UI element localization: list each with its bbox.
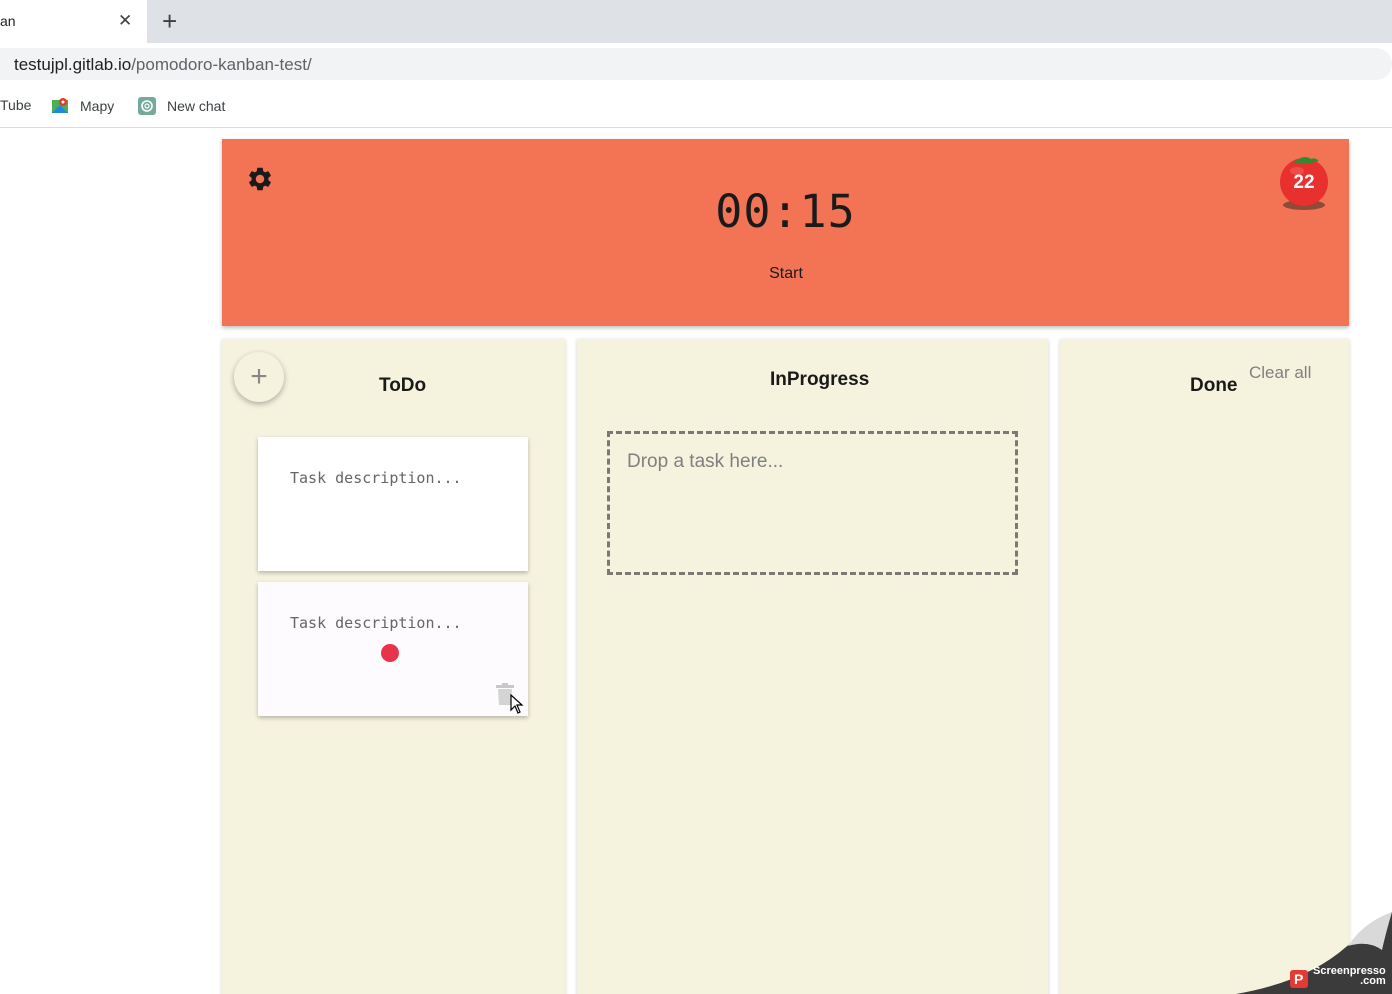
browser-tab[interactable]: an ✕ <box>0 0 147 43</box>
browser-toolbar: testujpl.gitlab.io/pomodoro-kanban-test/ <box>0 43 1392 85</box>
map-icon <box>51 97 69 115</box>
clear-all-button[interactable]: Clear all <box>1249 363 1311 383</box>
tomato-counter: 22 <box>1279 155 1331 211</box>
task-card[interactable] <box>258 437 528 571</box>
task-description-input[interactable] <box>290 614 490 638</box>
bookmark-mapy[interactable]: Mapy <box>51 97 114 115</box>
column-todo: + ToDo <box>222 339 565 994</box>
new-tab-button[interactable]: + <box>162 7 177 35</box>
tomato-count: 22 <box>1293 172 1315 193</box>
add-task-button[interactable]: + <box>234 352 284 402</box>
bookmark-new-chat[interactable]: New chat <box>138 97 225 115</box>
task-card[interactable] <box>258 582 528 716</box>
bookmark-label: Mapy <box>80 98 115 114</box>
svg-text:P: P <box>1294 971 1303 987</box>
bookmark-label: Tube <box>0 97 32 113</box>
tab-close-icon[interactable]: ✕ <box>118 11 132 31</box>
tomato-marker-icon[interactable] <box>381 644 399 662</box>
column-inprogress: InProgress Drop a task here... <box>577 339 1048 994</box>
tab-title: an <box>0 13 16 29</box>
pomodoro-timer-panel: 00:15 Start 22 <box>222 139 1349 326</box>
bookmarks-bar: Tube Mapy New chat <box>0 85 1392 128</box>
browser-tab-strip: an ✕ + <box>0 0 1392 43</box>
watermark-line: .com <box>1360 975 1386 987</box>
bookmark-label: New chat <box>167 98 226 114</box>
mouse-cursor-icon <box>510 693 524 714</box>
column-done: Done Clear all <box>1060 339 1349 994</box>
start-button[interactable]: Start <box>750 261 822 287</box>
url-text: testujpl.gitlab.io/pomodoro-kanban-test/ <box>14 55 312 75</box>
chatgpt-icon <box>138 97 156 115</box>
address-bar[interactable]: testujpl.gitlab.io/pomodoro-kanban-test/ <box>0 48 1392 80</box>
task-description-input[interactable] <box>290 469 490 493</box>
bookmark-tube[interactable]: Tube <box>0 97 31 113</box>
url-host: testujpl.gitlab.io <box>14 55 132 74</box>
url-path: /pomodoro-kanban-test/ <box>131 55 312 74</box>
drop-placeholder: Drop a task here... <box>627 451 784 472</box>
column-title: InProgress <box>770 369 870 390</box>
drop-zone[interactable]: Drop a task here... <box>607 431 1018 575</box>
column-title: Done <box>1190 375 1238 396</box>
column-title: ToDo <box>379 375 427 396</box>
watermark-text: Screenpresso .com <box>1313 966 1386 987</box>
timer-display: 00:15 <box>715 185 856 238</box>
